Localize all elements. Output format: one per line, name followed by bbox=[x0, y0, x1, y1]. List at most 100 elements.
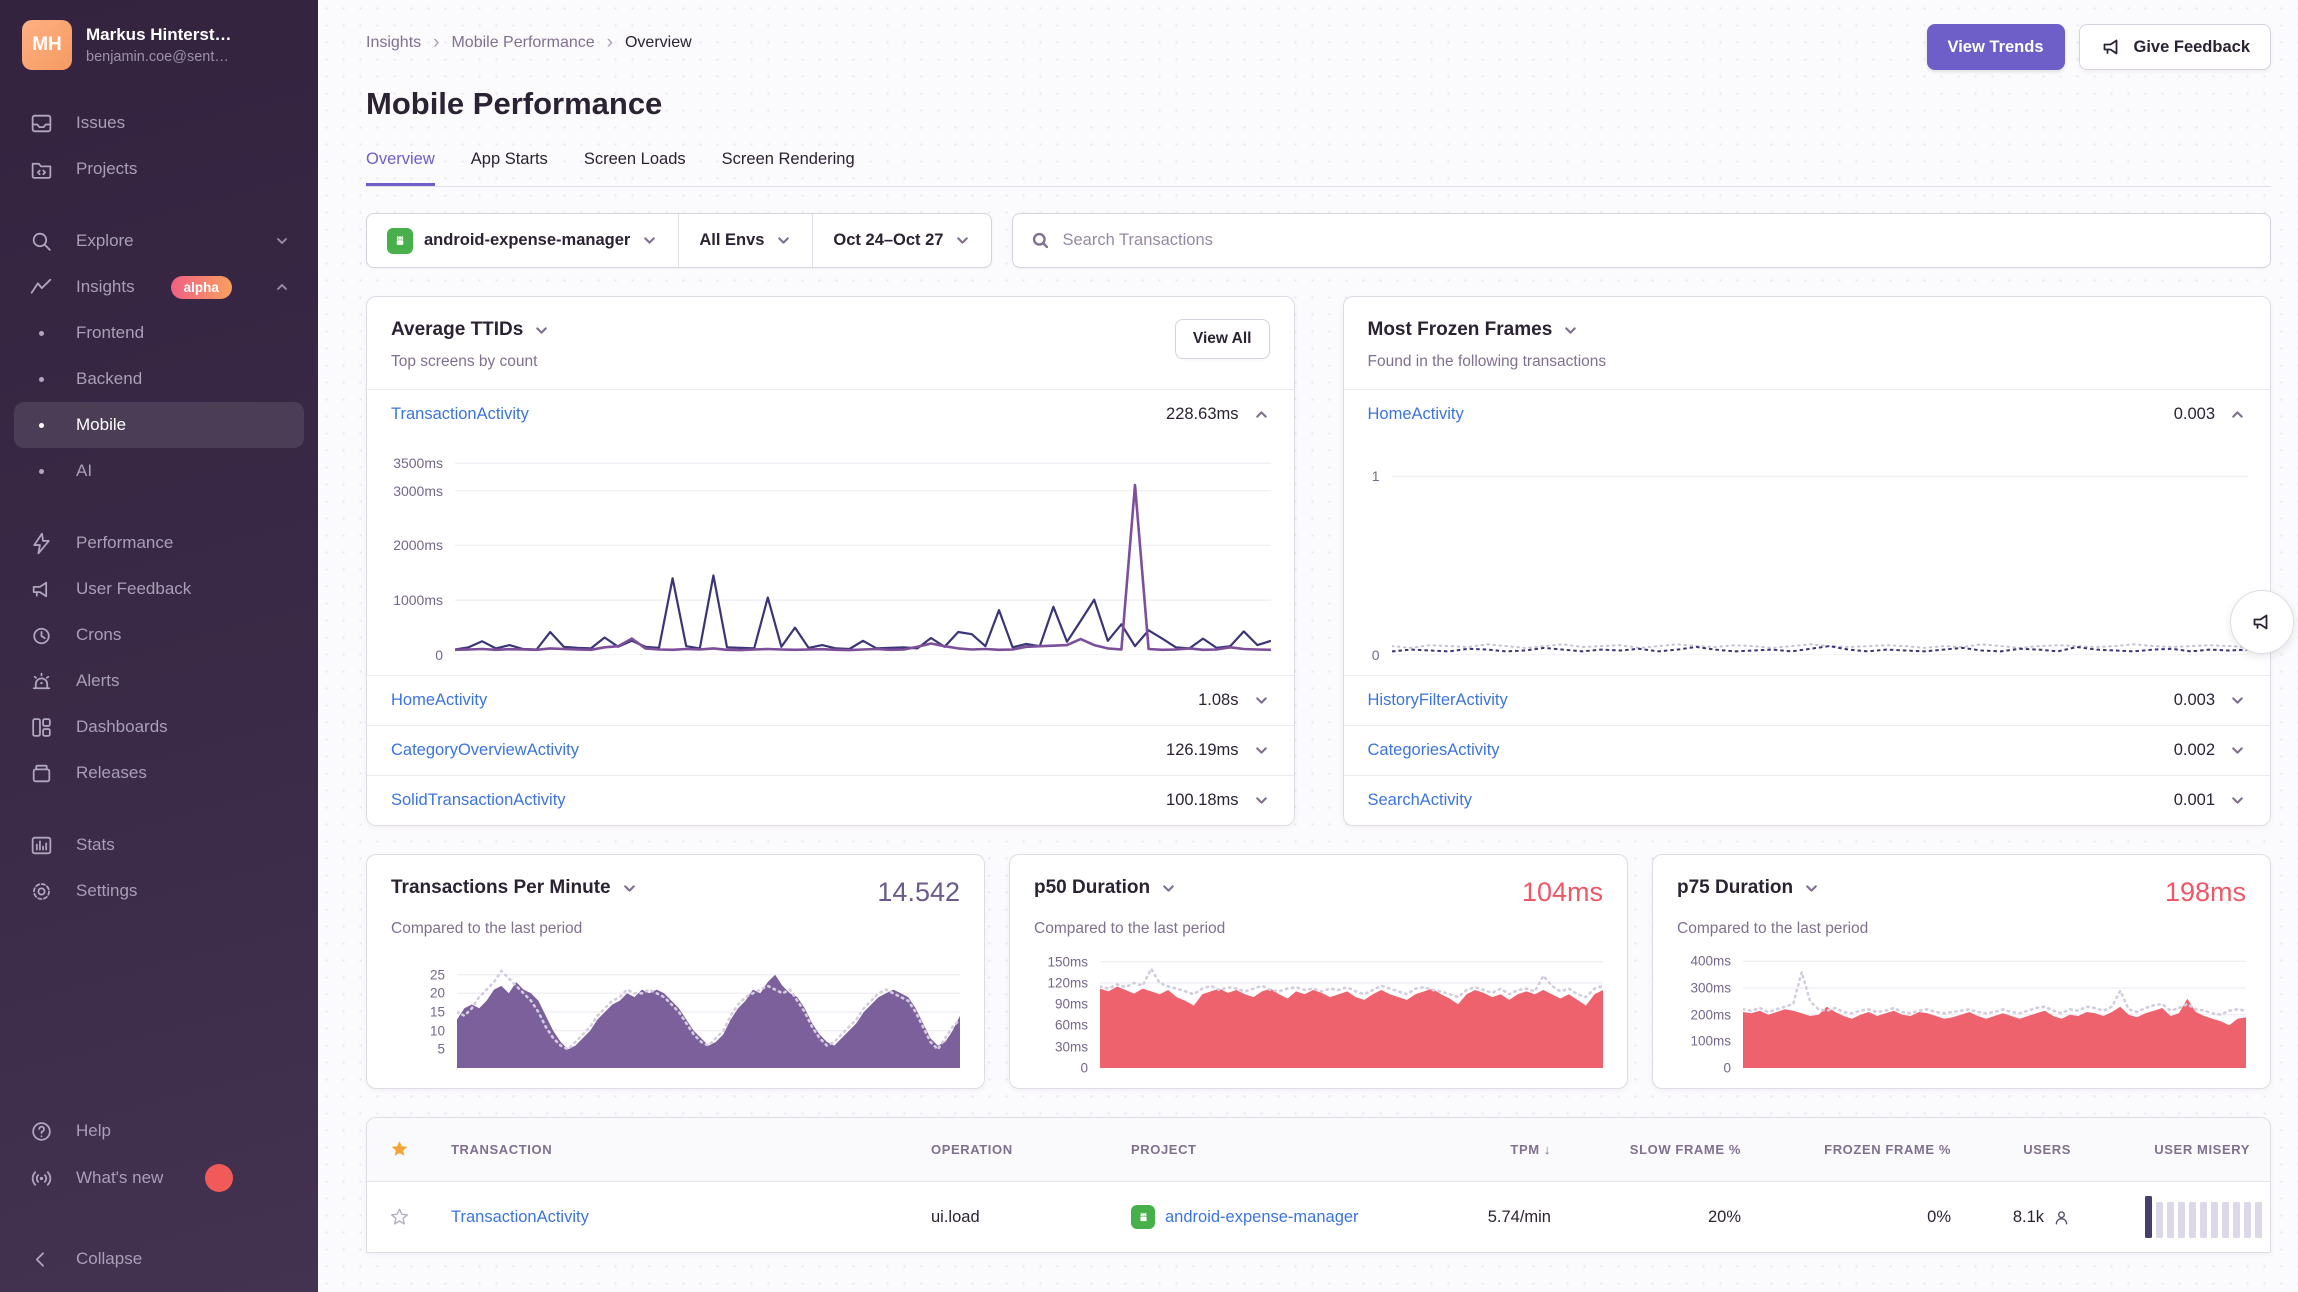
chevron-down-icon bbox=[1803, 880, 1820, 897]
breadcrumb-separator: › bbox=[433, 32, 439, 54]
breadcrumb-mobile-performance[interactable]: Mobile Performance bbox=[451, 34, 594, 52]
tpm-dropdown[interactable]: Transactions Per Minute bbox=[391, 877, 638, 899]
col-project[interactable]: PROJECT bbox=[1111, 1142, 1431, 1157]
user-icon bbox=[2052, 1208, 2071, 1227]
solid-transaction-activity-link[interactable]: SolidTransactionActivity bbox=[391, 791, 566, 810]
category-overview-activity-link[interactable]: CategoryOverviewActivity bbox=[391, 741, 579, 760]
environment-filter[interactable]: All Envs bbox=[679, 214, 812, 267]
sidebar-item-label: Settings bbox=[76, 881, 137, 901]
sidebar-item-dashboards[interactable]: Dashboards bbox=[0, 704, 318, 750]
sidebar-item-crons[interactable]: Crons bbox=[0, 612, 318, 658]
favorite-column-header[interactable] bbox=[367, 1139, 431, 1160]
ttid-chart-y-axis: 3500ms3000ms2000ms1000ms0 bbox=[367, 455, 455, 655]
sidebar-item-alerts[interactable]: Alerts bbox=[0, 658, 318, 704]
give-feedback-label: Give Feedback bbox=[2134, 38, 2250, 57]
sidebar-item-releases[interactable]: Releases bbox=[0, 750, 318, 796]
sidebar-item-ai[interactable]: AI bbox=[0, 448, 318, 494]
chevron-up-icon[interactable] bbox=[2229, 406, 2246, 423]
sidebar-collapse-button[interactable]: Collapse bbox=[0, 1236, 318, 1282]
android-icon bbox=[1131, 1205, 1155, 1229]
sidebar-item-issues[interactable]: Issues bbox=[0, 100, 318, 146]
search-transactions-input[interactable] bbox=[1062, 231, 2252, 250]
sidebar-item-explore[interactable]: Explore bbox=[0, 218, 318, 264]
home-activity-link[interactable]: HomeActivity bbox=[1368, 405, 1464, 424]
chevron-down-icon bbox=[1562, 322, 1579, 339]
frozen-chart-y-axis: 10 bbox=[1344, 455, 1392, 655]
col-tpm[interactable]: TPM ↓ bbox=[1431, 1142, 1571, 1157]
tab-screen-rendering[interactable]: Screen Rendering bbox=[722, 150, 855, 186]
tab-overview[interactable]: Overview bbox=[366, 150, 435, 186]
sidebar-item-whats-new[interactable]: What's new bbox=[0, 1154, 318, 1202]
col-operation[interactable]: OPERATION bbox=[911, 1142, 1111, 1157]
p50-dropdown[interactable]: p50 Duration bbox=[1034, 877, 1177, 899]
help-icon bbox=[28, 1118, 54, 1144]
sidebar-item-stats[interactable]: Stats bbox=[0, 822, 318, 868]
sidebar-item-label: What's new bbox=[76, 1168, 163, 1188]
project-filter[interactable]: android-expense-manager bbox=[367, 214, 678, 267]
sidebar-item-backend[interactable]: Backend bbox=[0, 356, 318, 402]
chevron-down-icon[interactable] bbox=[1253, 792, 1270, 809]
col-tpm-label: TPM bbox=[1510, 1142, 1539, 1157]
clock-icon bbox=[28, 622, 54, 648]
ttid-row-category-overview-activity: CategoryOverviewActivity 126.19ms bbox=[367, 725, 1294, 775]
project-link[interactable]: android-expense-manager bbox=[1165, 1208, 1359, 1227]
col-slow-frame[interactable]: SLOW FRAME % bbox=[1571, 1142, 1761, 1157]
sidebar-item-help[interactable]: Help bbox=[0, 1108, 318, 1154]
tab-screen-loads[interactable]: Screen Loads bbox=[584, 150, 686, 186]
sidebar-item-frontend[interactable]: Frontend bbox=[0, 310, 318, 356]
chevron-up-icon bbox=[274, 279, 290, 295]
breadcrumb-separator: › bbox=[607, 32, 613, 54]
user-menu[interactable]: MH Markus Hinterst… benjamin.coe@sent… bbox=[0, 20, 318, 70]
breadcrumb-insights[interactable]: Insights bbox=[366, 34, 421, 52]
p75-dropdown[interactable]: p75 Duration bbox=[1677, 877, 1820, 899]
view-all-button[interactable]: View All bbox=[1175, 319, 1270, 359]
give-feedback-button[interactable]: Give Feedback bbox=[2079, 24, 2271, 70]
sidebar-item-insights[interactable]: Insights alpha bbox=[0, 264, 318, 310]
transaction-link[interactable]: TransactionActivity bbox=[431, 1208, 911, 1227]
sidebar-item-mobile[interactable]: Mobile bbox=[14, 402, 304, 448]
average-ttids-dropdown[interactable]: Average TTIDs bbox=[391, 319, 550, 341]
tab-app-starts[interactable]: App Starts bbox=[471, 150, 548, 186]
most-frozen-frames-dropdown[interactable]: Most Frozen Frames bbox=[1368, 319, 1607, 341]
col-users[interactable]: USERS bbox=[1971, 1142, 2091, 1157]
col-transaction[interactable]: TRANSACTION bbox=[431, 1142, 911, 1157]
chevron-up-icon[interactable] bbox=[1253, 406, 1270, 423]
date-range-filter[interactable]: Oct 24–Oct 27 bbox=[813, 214, 991, 267]
whats-new-badge bbox=[205, 1164, 233, 1192]
sidebar-item-label: Releases bbox=[76, 763, 147, 783]
p50-area-chart bbox=[1100, 956, 1603, 1068]
history-filter-activity-link[interactable]: HistoryFilterActivity bbox=[1368, 691, 1508, 710]
favorite-star-toggle[interactable] bbox=[367, 1207, 431, 1228]
sidebar-item-projects[interactable]: Projects bbox=[0, 146, 318, 192]
search-activity-link[interactable]: SearchActivity bbox=[1368, 791, 1473, 810]
megaphone-icon bbox=[2250, 610, 2274, 634]
transaction-activity-link[interactable]: TransactionActivity bbox=[391, 405, 529, 424]
sidebar-item-settings[interactable]: Settings bbox=[0, 868, 318, 914]
ttid-line-chart bbox=[455, 455, 1272, 655]
chevron-down-icon[interactable] bbox=[1253, 692, 1270, 709]
sidebar-item-label: Insights bbox=[76, 277, 135, 297]
categories-activity-link[interactable]: CategoriesActivity bbox=[1368, 741, 1500, 760]
chevron-down-icon[interactable] bbox=[2229, 742, 2246, 759]
chevron-down-icon[interactable] bbox=[2229, 792, 2246, 809]
star-icon bbox=[389, 1139, 410, 1160]
tpm-subtitle: Compared to the last period bbox=[391, 920, 960, 938]
p50-value: 104ms bbox=[1522, 877, 1603, 908]
p75-area-chart bbox=[1743, 956, 2246, 1068]
chevron-down-icon[interactable] bbox=[1253, 742, 1270, 759]
chevron-down-icon bbox=[641, 232, 658, 249]
view-trends-button[interactable]: View Trends bbox=[1927, 24, 2065, 70]
floating-feedback-button[interactable] bbox=[2230, 590, 2294, 654]
tpm-value: 14.542 bbox=[877, 877, 960, 908]
releases-icon bbox=[28, 760, 54, 786]
col-user-misery[interactable]: USER MISERY bbox=[2091, 1142, 2270, 1157]
col-frozen-frame[interactable]: FROZEN FRAME % bbox=[1761, 1142, 1971, 1157]
chevron-down-icon[interactable] bbox=[2229, 692, 2246, 709]
p50-subtitle: Compared to the last period bbox=[1034, 920, 1603, 938]
bullet-icon bbox=[28, 412, 54, 438]
sidebar-item-user-feedback[interactable]: User Feedback bbox=[0, 566, 318, 612]
sidebar-item-performance[interactable]: Performance bbox=[0, 520, 318, 566]
home-activity-link[interactable]: HomeActivity bbox=[391, 691, 487, 710]
bullet-icon bbox=[28, 458, 54, 484]
chevron-down-icon bbox=[775, 232, 792, 249]
